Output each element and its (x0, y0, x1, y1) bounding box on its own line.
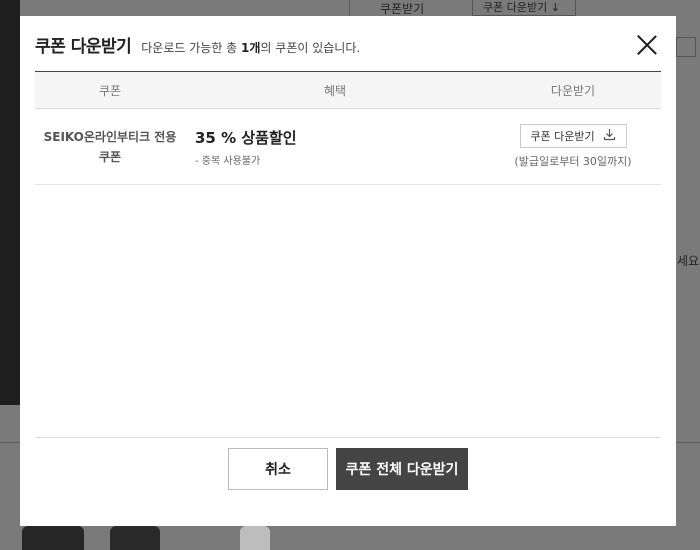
background-coupon-text: 쿠폰받기 (380, 2, 425, 16)
download-all-coupons-button[interactable]: 쿠폰 전체 다운받기 (336, 448, 468, 490)
coupon-name-line1: SEIKO온라인부티크 전용 (43, 129, 177, 144)
background-thumbnail (110, 526, 160, 550)
background-thumbnail (22, 526, 84, 550)
coupon-download-button[interactable]: 쿠폰 다운받기 (519, 124, 627, 148)
coupon-table: 쿠폰 혜택 다운받기 SEIKO온라인부티크 전용 쿠폰 35 % 상품할인 -… (35, 71, 661, 185)
modal-title: 쿠폰 다운받기 (35, 37, 132, 57)
modal-subtitle: 다운로드 가능한 총 1개의 쿠폰이 있습니다. (141, 39, 360, 56)
coupon-name-line2: 쿠폰 (98, 149, 122, 164)
benefit-note: - 중복 사용불가 (195, 155, 261, 167)
benefit-discount: 35 % 상품할인 (195, 128, 297, 147)
close-icon[interactable] (636, 34, 658, 56)
background-select-box (676, 37, 696, 57)
coupon-download-modal: 쿠폰 다운받기 다운로드 가능한 총 1개의 쿠폰이 있습니다. 쿠폰 혜택 다… (20, 16, 676, 526)
header-benefit: 혜택 (323, 83, 347, 98)
background-divider (0, 442, 20, 443)
coupon-benefit: 35 % 상품할인 - 중복 사용불가 (185, 127, 485, 167)
cancel-button[interactable]: 취소 (228, 448, 328, 490)
background-product-image (0, 0, 20, 405)
background-text: 세요 (677, 254, 700, 268)
table-row: SEIKO온라인부티크 전용 쿠폰 35 % 상품할인 - 중복 사용불가 쿠폰… (35, 109, 661, 185)
modal-footer: 취소 쿠폰 전체 다운받기 (20, 448, 676, 490)
download-icon (603, 128, 616, 144)
header-download: 다운받기 (550, 83, 596, 98)
download-button-label: 쿠폰 다운받기 (530, 130, 595, 143)
download-validity-note: (발급일로부터 30일까지) (514, 155, 632, 168)
modal-header: 쿠폰 다운받기 다운로드 가능한 총 1개의 쿠폰이 있습니다. (35, 32, 661, 58)
footer-divider (35, 437, 661, 438)
coupon-name: SEIKO온라인부티크 전용 쿠폰 (35, 127, 185, 167)
background-coupon-button: 쿠폰 다운받기 ↓ (472, 0, 576, 16)
background-divider (349, 0, 350, 16)
background-divider (676, 442, 700, 443)
coupon-count: 1개 (241, 41, 261, 55)
background-thumbnail (240, 526, 270, 550)
subtitle-suffix: 의 쿠폰이 있습니다. (260, 41, 361, 55)
header-coupon: 쿠폰 (98, 83, 122, 98)
subtitle-prefix: 다운로드 가능한 총 (141, 41, 242, 55)
coupon-download-cell: 쿠폰 다운받기 (발급일로부터 30일까지) (485, 124, 661, 169)
table-header: 쿠폰 혜택 다운받기 (35, 71, 661, 109)
